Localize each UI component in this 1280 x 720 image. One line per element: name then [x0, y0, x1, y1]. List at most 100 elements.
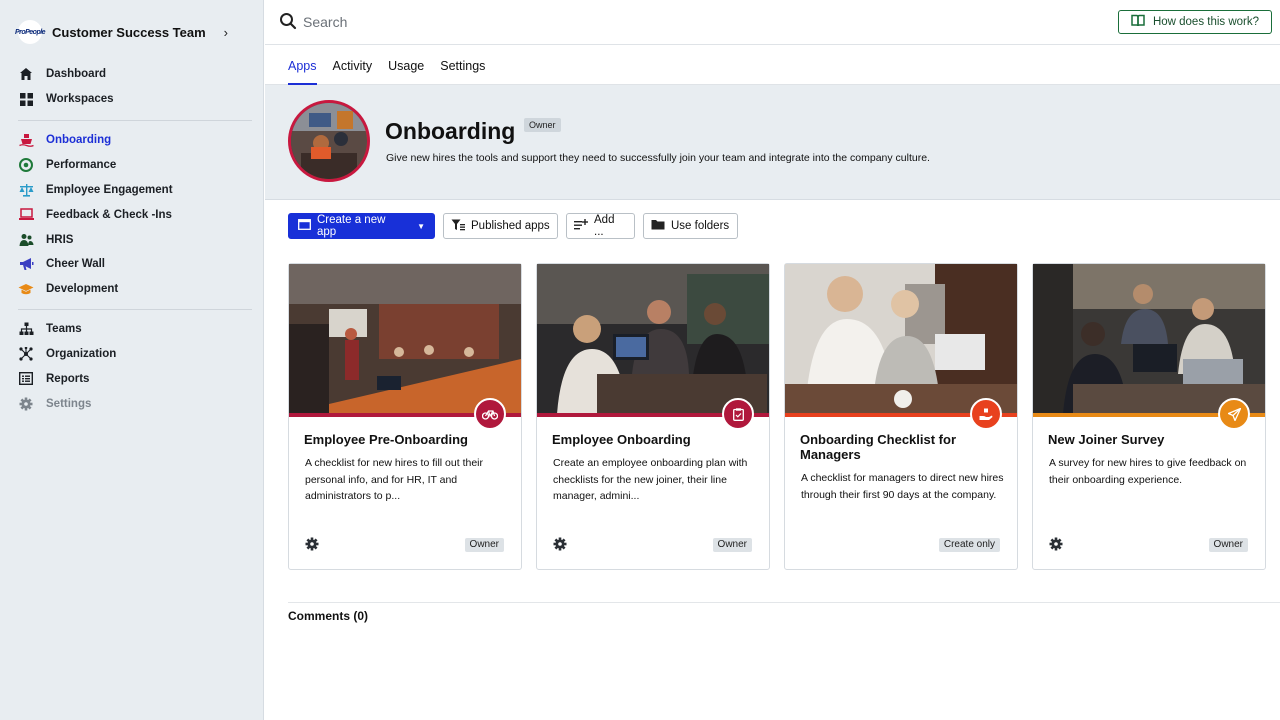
- app-card-employee-onboarding[interactable]: Employee Onboarding Create an employee o…: [536, 263, 770, 570]
- create-app-label: Create a new app: [317, 214, 386, 238]
- sidebar-item-settings[interactable]: Settings: [18, 391, 254, 416]
- laptop-icon: [18, 207, 34, 223]
- add-label: Add ...: [594, 214, 615, 238]
- sidebar-item-label: Development: [46, 283, 119, 296]
- sidebar-item-performance[interactable]: Performance: [18, 153, 254, 178]
- sidebar-item-dashboard[interactable]: Dashboard: [18, 62, 254, 87]
- card-title: Employee Pre-Onboarding: [304, 432, 468, 447]
- nav-group-workspaces: Onboarding Performance Employee Engageme…: [18, 128, 254, 302]
- hand-icon: [970, 398, 1002, 430]
- sidebar-item-label: Workspaces: [46, 93, 114, 106]
- card-description: Create an employee onboarding plan with …: [553, 457, 748, 502]
- app-card-new-joiner-survey[interactable]: New Joiner Survey A survey for new hires…: [1032, 263, 1266, 570]
- tab-bar: Apps Activity Usage Settings: [265, 46, 1280, 85]
- sidebar-item-feedback-check-ins[interactable]: Feedback & Check -Ins: [18, 202, 254, 227]
- search-icon: [279, 12, 297, 30]
- bicycle-icon: [474, 398, 506, 430]
- role-badge: Owner: [712, 538, 752, 552]
- role-badge: Create only: [938, 538, 1000, 552]
- folder-icon: [651, 219, 665, 233]
- gear-icon[interactable]: [553, 537, 568, 552]
- megaphone-icon: [18, 256, 34, 272]
- comments-heading[interactable]: Comments (0): [288, 609, 368, 623]
- gear-icon: [18, 396, 34, 412]
- sidebar-item-teams[interactable]: Teams: [18, 317, 254, 342]
- sidebar-divider: [18, 120, 252, 121]
- sidebar-item-reports[interactable]: Reports: [18, 367, 254, 392]
- team-logo: ProPeople: [15, 20, 46, 44]
- paper-plane-icon: [1218, 398, 1250, 430]
- workspace-avatar: [288, 100, 370, 182]
- published-apps-button[interactable]: Published apps: [443, 213, 558, 239]
- sidebar-item-label: Onboarding: [46, 134, 112, 147]
- tab-usage[interactable]: Usage: [388, 46, 424, 85]
- ship-icon: [18, 132, 34, 148]
- sidebar-item-development[interactable]: Development: [18, 277, 254, 302]
- sidebar-item-label: Performance: [46, 159, 117, 172]
- sidebar-item-label: Teams: [46, 323, 82, 336]
- sidebar-item-hris[interactable]: HRIS: [18, 227, 254, 252]
- card-image: [289, 264, 521, 414]
- role-badge: Owner: [464, 538, 504, 552]
- card-image: [537, 264, 769, 414]
- how-does-this-work-button[interactable]: How does this work?: [1118, 10, 1272, 34]
- sidebar-item-organization[interactable]: Organization: [18, 342, 254, 367]
- nav-group-main: Dashboard Workspaces: [18, 62, 254, 112]
- window-icon: [298, 219, 311, 233]
- sidebar-item-label: Settings: [46, 397, 92, 410]
- sidebar-item-employee-engagement[interactable]: Employee Engagement: [18, 178, 254, 203]
- card-title: Employee Onboarding: [552, 432, 691, 447]
- nav-group-admin: Teams Organization Reports Settings: [18, 317, 254, 416]
- help-label: How does this work?: [1152, 16, 1260, 28]
- toolbar: Create a new app ▼ Published apps Add ..…: [288, 213, 738, 239]
- use-folders-label: Use folders: [671, 220, 730, 232]
- sidebar-item-workspaces[interactable]: Workspaces: [18, 87, 254, 112]
- card-image: [1033, 264, 1265, 414]
- chevron-right-icon: ›: [223, 24, 229, 40]
- page-description: Give new hires the tools and support the…: [386, 152, 930, 164]
- page-title: Onboarding: [385, 118, 516, 144]
- scale-icon: [18, 182, 34, 198]
- team-switcher[interactable]: ProPeople Customer Success Team ›: [15, 18, 229, 46]
- search-input[interactable]: [303, 10, 803, 34]
- sidebar-item-onboarding[interactable]: Onboarding: [18, 128, 254, 153]
- top-bar: How does this work?: [265, 0, 1280, 45]
- target-icon: [18, 157, 34, 173]
- graduation-icon: [18, 281, 34, 297]
- app-card-employee-pre-onboarding[interactable]: Employee Pre-Onboarding A checklist for …: [288, 263, 522, 570]
- caret-down-icon: ▼: [417, 221, 425, 231]
- sidebar-item-label: HRIS: [46, 233, 74, 246]
- sidebar-divider: [18, 309, 252, 310]
- app-card-onboarding-checklist-managers[interactable]: Onboarding Checklist for Managers A chec…: [784, 263, 1018, 570]
- sidebar-item-cheer-wall[interactable]: Cheer Wall: [18, 252, 254, 277]
- tab-activity[interactable]: Activity: [333, 46, 373, 85]
- hierarchy-icon: [18, 321, 34, 337]
- sidebar-item-label: Employee Engagement: [46, 183, 173, 196]
- create-app-button[interactable]: Create a new app ▼: [288, 213, 435, 239]
- card-title: Onboarding Checklist for Managers: [800, 432, 957, 462]
- card-image: [785, 264, 1017, 414]
- published-apps-label: Published apps: [471, 220, 550, 232]
- network-icon: [18, 346, 34, 362]
- home-icon: [18, 66, 34, 82]
- add-button[interactable]: Add ...: [566, 213, 635, 239]
- tab-apps[interactable]: Apps: [288, 46, 317, 85]
- sidebar-item-label: Feedback & Check -Ins: [46, 208, 172, 221]
- sidebar-item-label: Cheer Wall: [46, 258, 106, 271]
- sidebar: ProPeople Customer Success Team › Dashbo…: [0, 0, 264, 720]
- use-folders-button[interactable]: Use folders: [643, 213, 738, 239]
- workspace-header: Onboarding Owner Give new hires the tool…: [265, 85, 1280, 200]
- filter-icon: [451, 219, 465, 234]
- role-badge: Owner: [524, 118, 561, 132]
- card-description: A checklist for new hires to fill out th…: [305, 457, 483, 502]
- role-badge: Owner: [1208, 538, 1248, 552]
- tab-settings[interactable]: Settings: [440, 46, 485, 85]
- sidebar-item-label: Reports: [46, 372, 90, 385]
- gear-icon[interactable]: [305, 537, 320, 552]
- team-name: Customer Success Team: [52, 24, 206, 40]
- gear-icon[interactable]: [1049, 537, 1064, 552]
- sidebar-item-label: Dashboard: [46, 68, 107, 81]
- sidebar-item-label: Organization: [46, 348, 117, 361]
- people-icon: [18, 232, 34, 248]
- clipboard-icon: [722, 398, 754, 430]
